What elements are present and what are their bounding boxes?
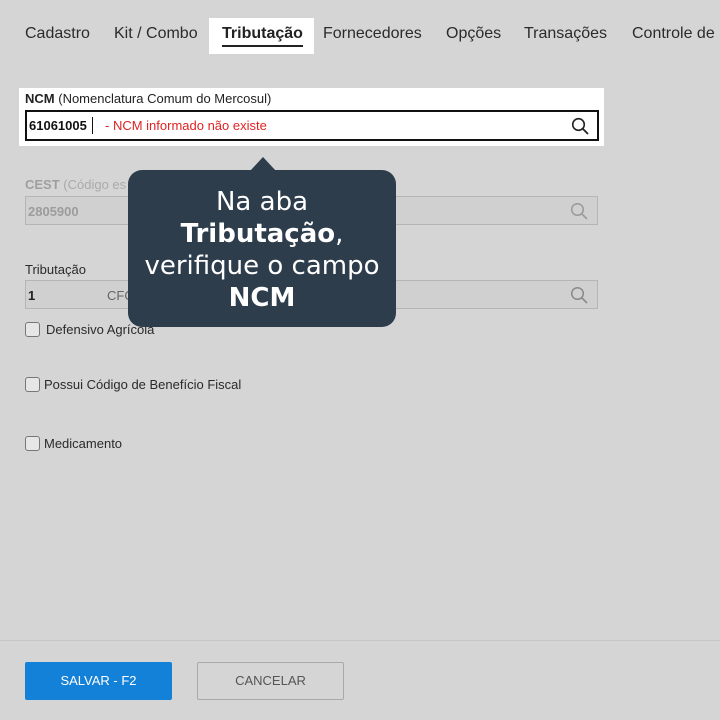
checkbox-row-medicamento[interactable]: Medicamento [25,434,122,452]
tab-transacoes[interactable]: Transações [511,18,620,54]
checkbox-row-beneficio[interactable]: Possui Código de Benefício Fiscal [25,375,241,393]
tributacao-value: 1 [28,288,36,303]
tab-cadastro[interactable]: Cadastro [12,18,103,54]
save-button[interactable]: SALVAR - F2 [25,662,172,700]
defensivo-checkbox[interactable] [25,321,40,337]
medicamento-checkbox[interactable] [25,435,40,451]
tooltip-line-3: verifique o campo [144,251,380,281]
footer-divider [0,640,720,641]
search-icon[interactable] [570,202,588,220]
text-caret [92,117,93,134]
tooltip-line-1: Na aba [215,187,308,217]
cest-label: CEST (Código es [25,177,127,192]
medicamento-label: Medicamento [44,435,123,451]
beneficio-fiscal-label: Possui Código de Benefício Fiscal [44,376,242,392]
tooltip-line-2: Tributação, [180,219,344,249]
search-icon[interactable] [571,117,589,135]
tutorial-tooltip: Na aba Tributação, verifique o campo NCM [128,157,396,327]
ncm-input[interactable]: 61061005 - NCM informado não existe [25,110,599,141]
tab-opcoes[interactable]: Opções [433,18,514,54]
tooltip-line-4: NCM [228,283,296,313]
cest-value: 2805900 [28,204,79,219]
tab-controle[interactable]: Controle de [619,18,720,54]
search-icon[interactable] [570,286,588,304]
tab-tributacao[interactable]: Tributação [209,18,314,54]
ncm-field-group: NCM (Nomenclatura Comum do Mercosul) 610… [19,88,604,146]
tab-bar: Cadastro Kit / Combo Tributação Forneced… [0,18,720,56]
beneficio-fiscal-checkbox[interactable] [25,376,40,392]
cancel-button[interactable]: CANCELAR [197,662,344,700]
tab-fornecedores[interactable]: Fornecedores [310,18,435,54]
tributacao-label: Tributação [25,262,86,277]
ncm-error-message: - NCM informado não existe [105,118,267,133]
ncm-value: 61061005 [29,118,87,133]
tab-kit-combo[interactable]: Kit / Combo [101,18,211,54]
ncm-label: NCM (Nomenclatura Comum do Mercosul) [25,91,272,106]
